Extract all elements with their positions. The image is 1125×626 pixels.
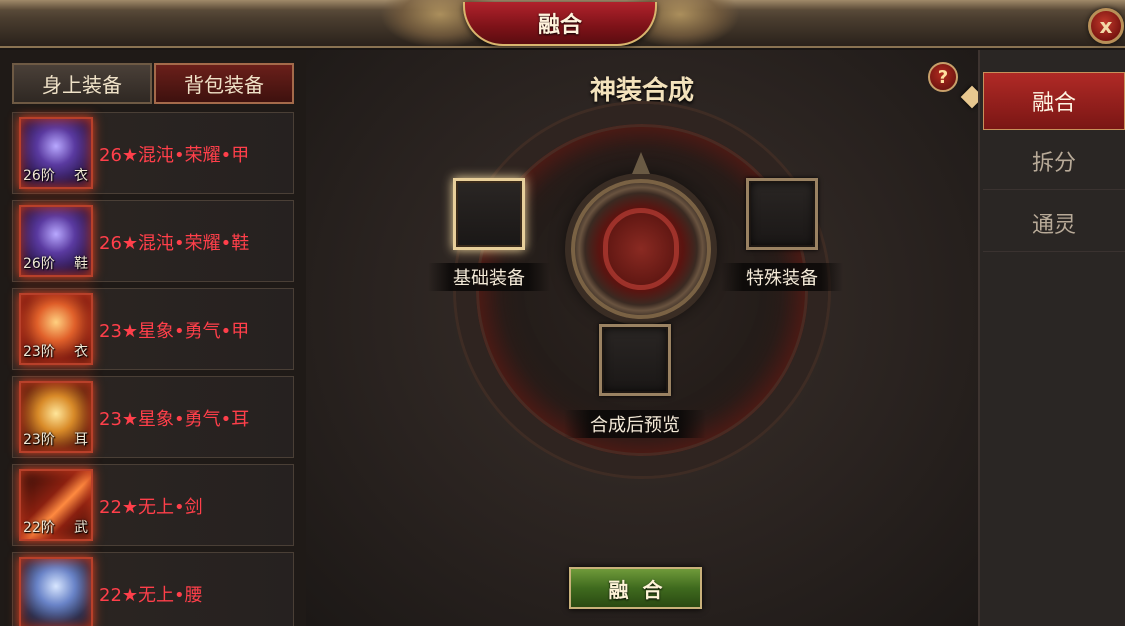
item-name: 23★星象•勇气•耳: [99, 409, 250, 430]
window-title: 融合: [537, 13, 582, 38]
item-tier: 22阶: [23, 520, 55, 536]
special-equipment-label: 特殊装备: [721, 263, 843, 291]
special-equipment-slot[interactable]: [746, 178, 818, 250]
list-item[interactable]: 26阶 鞋 26★混沌•荣耀•鞋: [12, 200, 294, 282]
purple-boots-icon: 26阶 鞋: [19, 205, 93, 277]
close-button[interactable]: x: [1088, 8, 1124, 44]
item-slot: 耳: [74, 432, 88, 448]
item-name: 26★混沌•荣耀•甲: [99, 145, 250, 166]
gold-earring-icon: 23阶 耳: [19, 381, 93, 453]
equipment-tabs: 身上装备 背包装备: [12, 63, 294, 104]
item-tier: 23阶: [23, 344, 55, 360]
hub-spike-top: [632, 152, 650, 174]
window-title-plate: 融合: [463, 2, 657, 46]
list-item[interactable]: 22★无上•腰: [12, 552, 294, 626]
item-name: 23★星象•勇气•甲: [99, 321, 250, 342]
fire-armor-icon: 23阶 衣: [19, 293, 93, 365]
tab-spirit[interactable]: 通灵: [983, 194, 1125, 252]
list-item[interactable]: 23阶 衣 23★星象•勇气•甲: [12, 288, 294, 370]
synthesis-title: 神装合成: [589, 76, 694, 106]
item-slot: 鞋: [74, 256, 88, 272]
preview-label: 合成后预览: [564, 410, 706, 438]
tab-backpack[interactable]: 背包装备: [154, 63, 294, 104]
item-tier: 26阶: [23, 168, 55, 184]
mode-tabs-panel: 融合 拆分 通灵: [978, 50, 1125, 626]
item-name: 22★无上•剑: [99, 497, 203, 518]
item-name: 22★无上•腰: [99, 585, 203, 606]
equipment-list: 26阶 衣 26★混沌•荣耀•甲 26阶 鞋 26★混沌•荣耀•鞋 23阶 衣 …: [12, 112, 294, 626]
tab-fuse[interactable]: 融合: [983, 72, 1125, 130]
purple-armor-icon: 26阶 衣: [19, 117, 93, 189]
tab-equipped[interactable]: 身上装备: [12, 63, 152, 104]
item-slot: 衣: [74, 168, 88, 184]
list-item[interactable]: 23阶 耳 23★星象•勇气•耳: [12, 376, 294, 458]
question-icon: ?: [937, 66, 949, 88]
blue-belt-icon: [19, 557, 93, 626]
item-tier: 23阶: [23, 432, 55, 448]
item-name: 26★混沌•荣耀•鞋: [99, 233, 250, 254]
fire-sword-icon: 22阶 武: [19, 469, 93, 541]
item-slot: 武: [74, 520, 88, 536]
preview-slot[interactable]: [599, 324, 671, 396]
base-equipment-label: 基础装备: [428, 263, 550, 291]
tab-split[interactable]: 拆分: [983, 132, 1125, 190]
help-button[interactable]: ?: [928, 62, 958, 92]
synthesis-panel: 神装合成 ? 基础装备 特殊装备 合成后预览 融合: [306, 50, 978, 626]
list-item[interactable]: 22阶 武 22★无上•剑: [12, 464, 294, 546]
close-icon: x: [1099, 14, 1113, 38]
list-item[interactable]: 26阶 衣 26★混沌•荣耀•甲: [12, 112, 294, 194]
equipment-list-panel: 身上装备 背包装备 26阶 衣 26★混沌•荣耀•甲 26阶 鞋 26★混沌•荣…: [0, 50, 306, 626]
item-tier: 26阶: [23, 256, 55, 272]
fuse-button[interactable]: 融合: [569, 567, 702, 609]
item-slot: 衣: [74, 344, 88, 360]
window-header: 融合 x: [0, 0, 1125, 48]
hourglass-emblem-icon: [603, 208, 679, 290]
base-equipment-slot[interactable]: [453, 178, 525, 250]
